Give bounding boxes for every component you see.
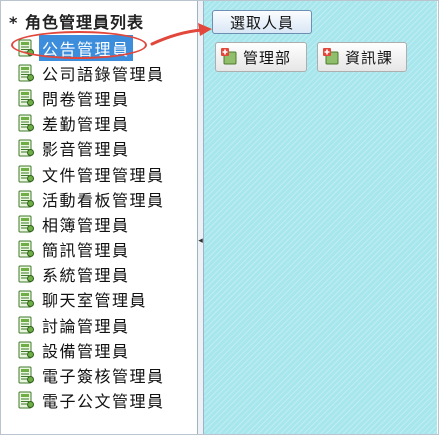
collapse-left-icon[interactable]: ◂ (198, 235, 203, 247)
tree-item[interactable]: 相簿管理員 (17, 211, 168, 236)
document-green-icon (18, 165, 34, 183)
tree-item[interactable]: 討論管理員 (17, 312, 168, 337)
document-green-icon (18, 190, 34, 208)
tree-item[interactable]: 系統管理員 (17, 262, 168, 287)
tree-item-label: 活動看板管理員 (42, 190, 165, 210)
document-green-icon (18, 139, 34, 157)
document-green-icon (18, 366, 34, 384)
tree-item-label: 系統管理員 (42, 266, 130, 286)
document-green-icon (18, 265, 34, 283)
document-green-icon (18, 114, 34, 132)
role-list-panel: * 角色管理員列表 公告管理員公司語錄管理員 問卷管理員差勤管理員影音管理員文件管… (1, 1, 198, 434)
document-green-icon (18, 290, 34, 308)
document-green-icon (18, 89, 34, 107)
document-green-icon (18, 316, 34, 334)
tree-item-label: 文件管理管理員 (42, 165, 165, 185)
tree-item-label: 設備管理員 (42, 341, 130, 361)
tree-item[interactable]: 電子公文管理員 (17, 388, 168, 413)
tree-item-label: 差勤管理員 (42, 115, 130, 135)
tree-item[interactable]: 公告管理員 (17, 34, 168, 61)
group-add-icon (323, 48, 339, 65)
tree-item[interactable]: 公司語錄管理員 (17, 60, 168, 85)
assigned-item-it-section[interactable]: 資訊課 (317, 42, 407, 72)
role-list-title: * 角色管理員列表 (9, 13, 144, 32)
tree-item[interactable]: 活動看板管理員 (17, 186, 168, 211)
document-green-icon (18, 341, 34, 359)
tree-item-label: 問卷管理員 (42, 89, 130, 109)
tree-item[interactable]: 聊天室管理員 (17, 287, 168, 312)
group-add-icon (221, 48, 237, 65)
tree-item[interactable]: 簡訊管理員 (17, 237, 168, 262)
tree-item-label: 公司語錄管理員 (42, 64, 165, 84)
tree-item[interactable]: 設備管理員 (17, 337, 168, 362)
select-person-button[interactable]: 選取人員 (212, 10, 312, 34)
tree-item-label: 簡訊管理員 (42, 241, 130, 261)
assigned-item-label: 管理部 (243, 48, 292, 67)
assigned-item-management-dept[interactable]: 管理部 (215, 42, 307, 72)
tree-item[interactable]: 文件管理管理員 (17, 161, 168, 186)
tree-item-label: 公告管理員 (39, 34, 133, 61)
tree-item-label: 聊天室管理員 (42, 291, 148, 311)
role-tree: 公告管理員公司語錄管理員 問卷管理員差勤管理員影音管理員文件管理管理員 活動看板管理… (17, 34, 168, 413)
tree-item[interactable]: 差勤管理員 (17, 111, 168, 136)
tree-item[interactable]: 影音管理員 (17, 136, 168, 161)
document-green-icon (18, 240, 34, 258)
document-green-icon (18, 391, 34, 409)
tree-item-label: 電子簽核管理員 (42, 367, 165, 387)
tree-item-label: 討論管理員 (42, 316, 130, 336)
tree-item[interactable]: 電子簽核管理員 (17, 362, 168, 387)
document-green-icon (18, 64, 34, 82)
tree-item[interactable]: 問卷管理員 (17, 85, 168, 110)
document-green-icon (18, 215, 34, 233)
tree-item-label: 電子公文管理員 (42, 392, 165, 412)
tree-item-label: 影音管理員 (42, 140, 130, 160)
document-green-icon (18, 39, 34, 57)
assigned-item-label: 資訊課 (345, 48, 394, 67)
tree-item-label: 相簿管理員 (42, 215, 130, 235)
